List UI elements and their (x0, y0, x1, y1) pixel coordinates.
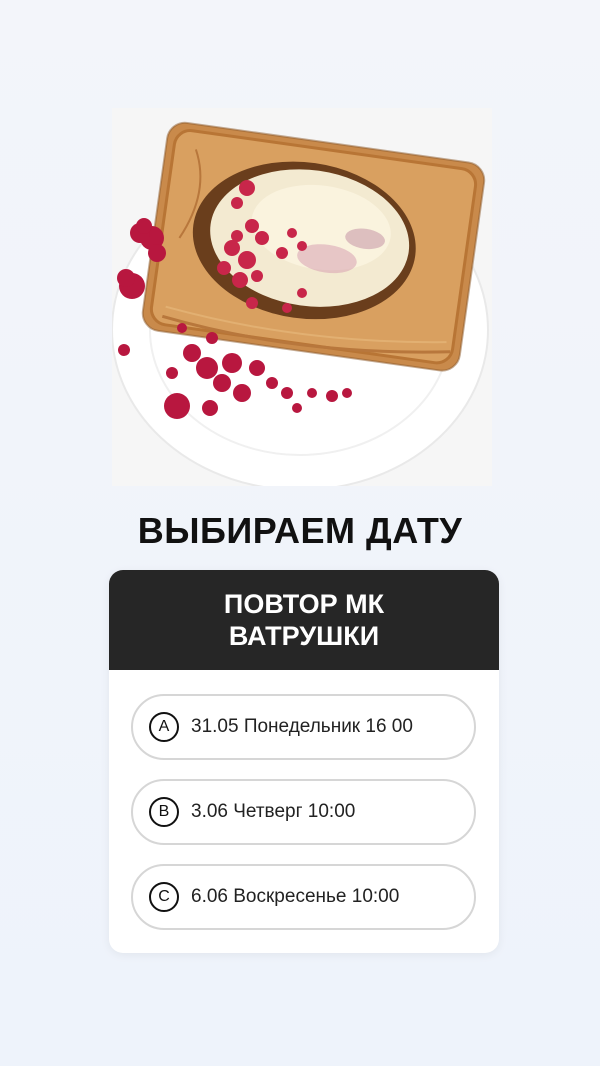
poll-option-a[interactable]: A 31.05 Понедельник 16 00 (131, 694, 476, 760)
poll-options: A 31.05 Понедельник 16 00 B 3.06 Четверг… (131, 694, 476, 949)
option-letter-badge: C (149, 882, 179, 912)
pastry-photo (112, 108, 492, 486)
option-label: 3.06 Четверг 10:00 (191, 801, 356, 822)
pastry-illustration (112, 108, 492, 486)
poll-title: ПОВТОР МК ВАТРУШКИ (109, 570, 499, 670)
poll-option-b[interactable]: B 3.06 Четверг 10:00 (131, 779, 476, 845)
option-letter-badge: B (149, 797, 179, 827)
poll-option-c[interactable]: C 6.06 Воскресенье 10:00 (131, 864, 476, 930)
poll-card: ПОВТОР МК ВАТРУШКИ A 31.05 Понедельник 1… (109, 570, 499, 953)
page-heading: ВЫБИРАЕМ ДАТУ (137, 510, 463, 551)
option-letter-badge: A (149, 712, 179, 742)
option-label: 6.06 Воскресенье 10:00 (191, 886, 400, 907)
option-label: 31.05 Понедельник 16 00 (191, 716, 413, 737)
